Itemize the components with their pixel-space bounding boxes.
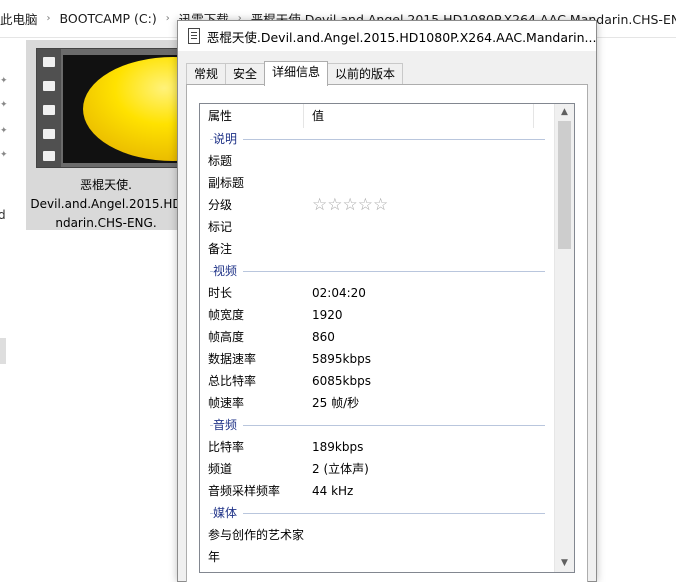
property-name: 帧宽度 [208,308,245,322]
property-name: 音频采样频率 [208,484,281,498]
scrollbar-thumb[interactable] [558,121,571,249]
column-header-property[interactable]: 属性 [200,104,304,128]
property-row-total-bitrate[interactable]: 总比特率 6085kbps [200,370,553,392]
property-value: 02:04:20 [312,286,366,300]
property-value: 1920 [312,308,343,322]
property-row-data-rate[interactable]: 数据速率 5895kbps [200,348,553,370]
property-value: 189kbps [312,440,364,454]
property-row-contributing-artists[interactable]: 参与创作的艺术家 [200,524,553,546]
breadcrumb-bootcamp[interactable]: BOOTCAMP (C:) [60,11,157,26]
vertical-scrollbar[interactable]: ▲ ▼ [554,104,574,572]
pin-icon: ✦ [0,150,8,160]
property-value: 44 kHz [312,484,354,498]
property-value: 860 [312,330,335,344]
dialog-titlebar[interactable]: 恶棍天使.Devil.and.Angel.2015.HD1080P.X264.A… [178,21,596,51]
file-name-line: ndarin.CHS-ENG. [55,216,157,230]
document-icon [188,28,200,44]
section-description: 说明 [200,128,553,150]
tab-general[interactable]: 常规 [186,63,227,85]
property-name: 备注 [208,242,233,256]
details-panel: 属性 值 说明 标题 副标题 分级 ☆☆☆☆☆ 标记 备注 视频 时长 02:0… [186,84,588,582]
property-row-year[interactable]: 年 [200,546,553,568]
scroll-down-arrow-icon[interactable]: ▼ [555,555,574,572]
property-name: 帧高度 [208,330,245,344]
property-name: 副标题 [208,176,245,190]
property-row-frame-height[interactable]: 帧高度 860 [200,326,553,348]
section-label: 说明 [213,128,244,150]
pin-icon: ✦ [0,100,8,110]
film-strip-icon [37,49,61,167]
property-row-duration[interactable]: 时长 02:04:20 [200,282,553,304]
tab-details[interactable]: 详细信息 [264,61,329,86]
property-name: 比特率 [208,440,245,454]
property-name: 帧速率 [208,396,245,410]
section-media: 媒体 [200,502,553,524]
nav-item-truncated[interactable]: d [0,208,6,222]
property-row-subtitle[interactable]: 副标题 [200,172,553,194]
property-name: 分级 [208,198,233,212]
property-rows: 说明 标题 副标题 分级 ☆☆☆☆☆ 标记 备注 视频 时长 02:04:20 … [200,128,553,568]
property-row-title[interactable]: 标题 [200,150,553,172]
chevron-right-icon: › [46,13,51,24]
property-row-frame-width[interactable]: 帧宽度 1920 [200,304,553,326]
property-name: 数据速率 [208,352,257,366]
nav-selected-item[interactable] [0,338,6,364]
property-name: 参与创作的艺术家 [208,528,305,542]
property-row-sample-rate[interactable]: 音频采样频率 44 kHz [200,480,553,502]
property-name: 标题 [208,154,233,168]
section-video: 视频 [200,260,553,282]
properties-list[interactable]: 属性 值 说明 标题 副标题 分级 ☆☆☆☆☆ 标记 备注 视频 时长 02:0… [199,103,575,573]
thumbnail-image [83,57,185,161]
property-row-tags[interactable]: 标记 [200,216,553,238]
tab-previous-versions[interactable]: 以前的版本 [327,63,404,85]
pin-icon: ✦ [0,126,8,136]
breadcrumb-this-pc[interactable]: 此电脑 [0,9,38,28]
video-thumbnail[interactable] [36,48,186,168]
property-row-frame-rate[interactable]: 帧速率 25 帧/秒 [200,392,553,414]
file-name[interactable]: 恶棍天使. Devil.and.Angel.2015.HD ndarin.CHS… [26,176,186,233]
section-label: 音频 [213,414,244,436]
property-name: 标记 [208,220,233,234]
chevron-right-icon: › [165,13,170,24]
property-row-channels[interactable]: 频道 2 (立体声) [200,458,553,480]
property-value: 5895kbps [312,352,371,366]
properties-dialog: 恶棍天使.Devil.and.Angel.2015.HD1080P.X264.A… [177,20,597,582]
star-rating-icon[interactable]: ☆☆☆☆☆ [312,194,388,216]
navigation-pane: ✦ ✦ ✦ ✦ d [0,38,12,582]
section-label: 视频 [213,260,244,282]
scroll-up-arrow-icon[interactable]: ▲ [555,104,574,121]
property-value: 6085kbps [312,374,371,388]
property-name: 年 [208,550,221,564]
section-audio: 音频 [200,414,553,436]
dialog-title: 恶棍天使.Devil.and.Angel.2015.HD1080P.X264.A… [206,29,596,45]
property-name: 频道 [208,462,233,476]
file-name-line: 恶棍天使. [80,178,132,192]
column-header-value[interactable]: 值 [304,104,534,128]
thumbnail-frame [63,55,185,163]
tab-strip: 常规 安全 详细信息 以前的版本 [186,61,404,86]
property-value: 25 帧/秒 [312,396,360,410]
tab-security[interactable]: 安全 [225,63,266,85]
property-name: 总比特率 [208,374,257,388]
property-value: 2 (立体声) [312,462,369,476]
file-name-line: Devil.and.Angel.2015.HD [30,197,182,211]
property-row-audio-bitrate[interactable]: 比特率 189kbps [200,436,553,458]
pin-icon: ✦ [0,76,8,86]
list-header: 属性 值 [200,104,574,128]
property-name: 时长 [208,286,233,300]
section-label: 媒体 [213,502,244,524]
property-row-comments[interactable]: 备注 [200,238,553,260]
property-row-rating[interactable]: 分级 ☆☆☆☆☆ [200,194,553,216]
